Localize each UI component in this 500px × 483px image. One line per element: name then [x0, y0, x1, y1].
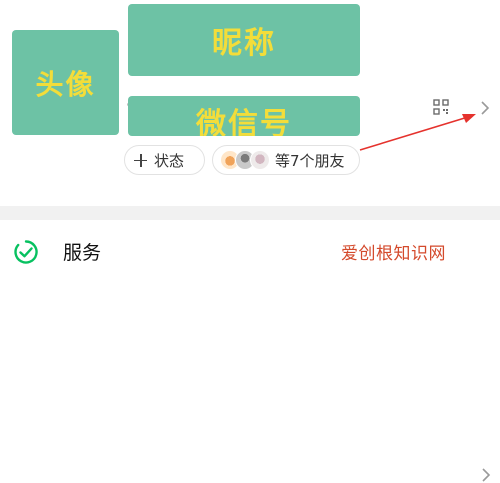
profile-card[interactable]: 头像 昵称 微信号 状态 等7个朋友	[0, 0, 500, 206]
friend-avatars	[220, 150, 270, 170]
service-label: 服务	[63, 242, 102, 264]
section-divider	[0, 206, 500, 220]
status-button-label: 状态	[154, 151, 185, 170]
nickname: 昵称	[128, 4, 360, 76]
chevron-right-icon[interactable]	[481, 467, 491, 483]
wechat-id: 微信号	[128, 96, 360, 136]
nickname-label: 昵称	[212, 26, 276, 61]
service-check-icon	[14, 240, 38, 264]
avatar[interactable]: 头像	[12, 30, 119, 135]
friends-status-pill[interactable]: 等7个朋友	[212, 145, 360, 175]
qr-code-icon[interactable]	[433, 99, 449, 115]
chevron-right-icon[interactable]	[480, 100, 490, 116]
wechat-id-label: 微信号	[196, 107, 292, 137]
friend-avatar	[250, 150, 270, 170]
avatar-label: 头像	[35, 67, 96, 101]
watermark: 爱创根知识网	[341, 244, 446, 264]
status-button[interactable]: 状态	[124, 145, 205, 175]
plus-icon	[134, 153, 147, 167]
friends-count-text: 等7个朋友	[275, 151, 345, 170]
